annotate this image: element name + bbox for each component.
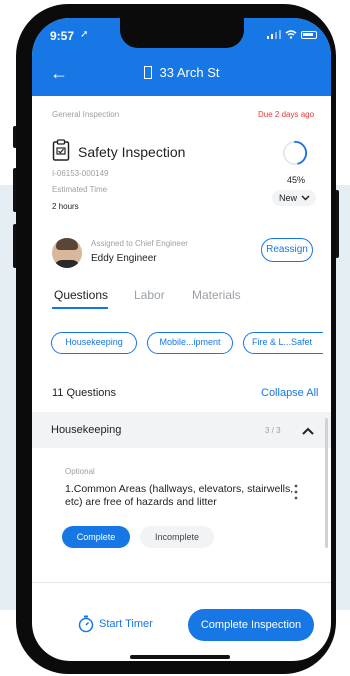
avatar — [52, 238, 82, 268]
section-progress: 3 / 3 — [265, 426, 281, 435]
building-icon — [143, 66, 152, 79]
complete-inspection-button[interactable]: Complete Inspection — [188, 609, 314, 641]
status-dropdown[interactable]: New — [272, 190, 316, 206]
section-title: Housekeeping — [51, 424, 122, 436]
question-optional-label: Optional — [65, 467, 95, 476]
more-options-icon[interactable] — [294, 484, 298, 500]
estimated-time-value: 2 hours — [52, 202, 79, 211]
inspection-id: I-06153-000149 — [52, 169, 109, 178]
incomplete-option-button[interactable]: Incomplete — [140, 526, 214, 548]
status-dropdown-value: New — [279, 193, 298, 203]
clipboard-check-icon — [52, 139, 70, 161]
stopwatch-icon — [78, 615, 94, 633]
app-bar-title: 33 Arch St — [32, 65, 331, 80]
chip-mobile-equipment[interactable]: Mobile...ipment — [147, 332, 233, 354]
location-arrow-icon: ➚ — [80, 29, 89, 40]
home-indicator[interactable] — [130, 655, 230, 659]
collapse-all-link[interactable]: Collapse All — [261, 387, 318, 399]
tab-labor[interactable]: Labor — [134, 288, 165, 302]
assignment-label: Assigned to Chief Engineer — [91, 239, 188, 248]
status-icons — [267, 30, 317, 39]
chip-housekeeping[interactable]: Housekeeping — [51, 332, 137, 354]
progress-ring — [282, 140, 308, 166]
section-header-housekeeping[interactable]: Housekeeping 3 / 3 — [32, 412, 331, 448]
start-timer-label: Start Timer — [99, 618, 153, 630]
inspection-category: General Inspection — [52, 110, 120, 119]
app-bar: ← 33 Arch St — [32, 52, 331, 96]
battery-icon — [301, 30, 317, 39]
progress-percent: 45% — [287, 175, 306, 185]
question-card: Optional 1.Common Areas (hallways, eleva… — [50, 458, 312, 573]
question-text: 1.Common Areas (hallways, elevators, sta… — [65, 483, 294, 508]
assignee-name: Eddy Engineer — [91, 253, 157, 264]
chip-fire-life-safety[interactable]: Fire & L...Safet — [243, 332, 323, 354]
reassign-button[interactable]: Reassign — [261, 238, 313, 262]
questions-count: 11 Questions — [52, 387, 117, 399]
tab-questions[interactable]: Questions — [54, 288, 108, 302]
status-time: 9:57 — [50, 29, 75, 43]
phone-notch — [120, 18, 244, 48]
app-bar-title-text: 33 Arch St — [159, 65, 220, 80]
tab-materials[interactable]: Materials — [192, 288, 241, 302]
complete-option-button[interactable]: Complete — [62, 526, 130, 548]
chevron-up-icon[interactable] — [302, 427, 314, 435]
app-screen: 9:57 ➚ ← 33 Arch St General Inspection D… — [32, 18, 331, 661]
tab-active-indicator — [52, 307, 108, 309]
due-badge: Due 2 days ago — [258, 110, 315, 119]
chevron-down-icon — [301, 195, 310, 201]
scrollbar[interactable] — [325, 418, 328, 548]
wifi-icon — [285, 30, 297, 39]
status-bar: 9:57 ➚ — [32, 18, 331, 52]
cellular-signal-icon — [267, 30, 281, 39]
inspection-title: Safety Inspection — [78, 144, 186, 160]
estimated-time-label: Estimated Time — [52, 185, 108, 194]
footer-divider — [32, 582, 331, 583]
